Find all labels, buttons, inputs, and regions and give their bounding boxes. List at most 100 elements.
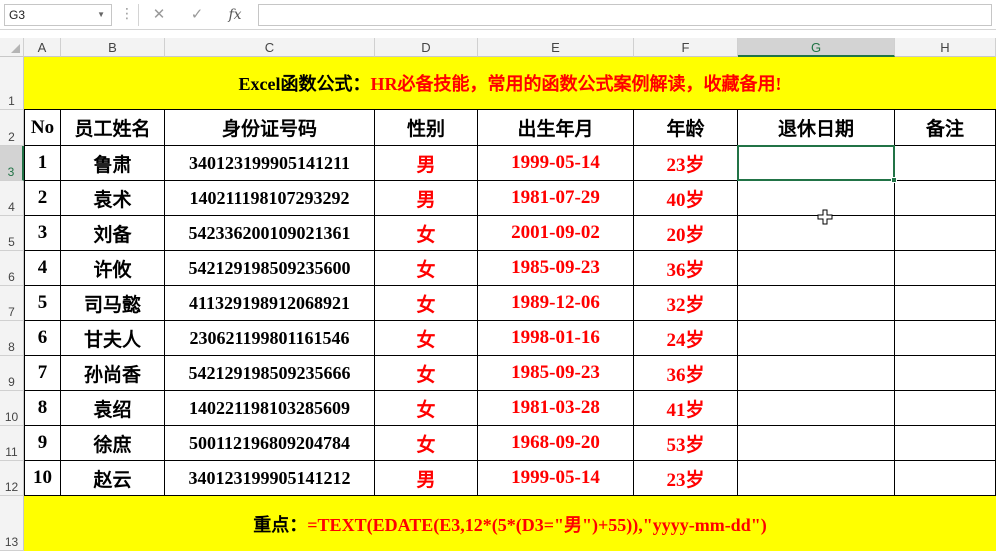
- cell-e6[interactable]: 1985-09-23: [478, 251, 634, 286]
- cell-g10[interactable]: [738, 391, 895, 426]
- cell-e4[interactable]: 1981-07-29: [478, 181, 634, 216]
- cell-b3[interactable]: 鲁肃: [61, 146, 165, 181]
- cell-d12[interactable]: 男: [375, 461, 478, 496]
- cell-f11[interactable]: 53岁: [634, 426, 738, 461]
- row-header-12[interactable]: 12: [0, 461, 24, 496]
- row-header-11[interactable]: 11: [0, 426, 24, 461]
- cell-g6[interactable]: [738, 251, 895, 286]
- name-box[interactable]: G3 ▼: [4, 4, 112, 26]
- cell-e12[interactable]: 1999-05-14: [478, 461, 634, 496]
- cell-a5[interactable]: 3: [24, 216, 61, 251]
- column-header-a[interactable]: A: [24, 38, 61, 57]
- title-banner[interactable]: Excel函数公式： HR必备技能，常用的函数公式案例解读，收藏备用!: [24, 57, 996, 110]
- cell-g8[interactable]: [738, 321, 895, 356]
- cell-c6[interactable]: 542129198509235600: [165, 251, 375, 286]
- cell-d8[interactable]: 女: [375, 321, 478, 356]
- header-cell-a[interactable]: No: [24, 110, 61, 146]
- cell-c12[interactable]: 340123199905141212: [165, 461, 375, 496]
- column-header-f[interactable]: F: [634, 38, 738, 57]
- cell-d7[interactable]: 女: [375, 286, 478, 321]
- cell-b8[interactable]: 甘夫人: [61, 321, 165, 356]
- cell-b7[interactable]: 司马懿: [61, 286, 165, 321]
- cell-g12[interactable]: [738, 461, 895, 496]
- cell-g3[interactable]: [738, 146, 895, 181]
- row-header-4[interactable]: 4: [0, 181, 24, 216]
- cell-g11[interactable]: [738, 426, 895, 461]
- cell-c8[interactable]: 230621199801161546: [165, 321, 375, 356]
- cell-f4[interactable]: 40岁: [634, 181, 738, 216]
- row-header-2[interactable]: 2: [0, 110, 24, 146]
- cell-h8[interactable]: [895, 321, 996, 356]
- header-cell-d[interactable]: 性别: [375, 110, 478, 146]
- column-header-c[interactable]: C: [165, 38, 375, 57]
- cell-e3[interactable]: 1999-05-14: [478, 146, 634, 181]
- cell-e9[interactable]: 1985-09-23: [478, 356, 634, 391]
- cell-h11[interactable]: [895, 426, 996, 461]
- cell-e7[interactable]: 1989-12-06: [478, 286, 634, 321]
- enter-icon[interactable]: ✓: [186, 4, 208, 26]
- cell-d10[interactable]: 女: [375, 391, 478, 426]
- cell-a8[interactable]: 6: [24, 321, 61, 356]
- column-header-b[interactable]: B: [61, 38, 165, 57]
- cell-c4[interactable]: 140211198107293292: [165, 181, 375, 216]
- column-header-d[interactable]: D: [375, 38, 478, 57]
- cell-c9[interactable]: 542129198509235666: [165, 356, 375, 391]
- cell-a11[interactable]: 9: [24, 426, 61, 461]
- cell-c11[interactable]: 500112196809204784: [165, 426, 375, 461]
- cell-e5[interactable]: 2001-09-02: [478, 216, 634, 251]
- cell-b4[interactable]: 袁术: [61, 181, 165, 216]
- cell-b5[interactable]: 刘备: [61, 216, 165, 251]
- row-header-9[interactable]: 9: [0, 356, 24, 391]
- cell-c7[interactable]: 411329198912068921: [165, 286, 375, 321]
- select-all-corner[interactable]: [0, 38, 24, 57]
- row-header-1[interactable]: 1: [0, 57, 24, 110]
- formula-input[interactable]: [258, 4, 992, 26]
- chevron-down-icon[interactable]: ▼: [97, 5, 105, 25]
- cell-d5[interactable]: 女: [375, 216, 478, 251]
- cell-g7[interactable]: [738, 286, 895, 321]
- cell-d6[interactable]: 女: [375, 251, 478, 286]
- cell-g9[interactable]: [738, 356, 895, 391]
- cell-f12[interactable]: 23岁: [634, 461, 738, 496]
- row-header-5[interactable]: 5: [0, 216, 24, 251]
- cell-c3[interactable]: 340123199905141211: [165, 146, 375, 181]
- footer-banner[interactable]: 重点： =TEXT(EDATE(E3,12*(5*(D3="男")+55)),"y…: [24, 496, 996, 551]
- cell-h12[interactable]: [895, 461, 996, 496]
- column-header-g[interactable]: G: [738, 38, 895, 57]
- cell-a7[interactable]: 5: [24, 286, 61, 321]
- cell-h4[interactable]: [895, 181, 996, 216]
- cell-a12[interactable]: 10: [24, 461, 61, 496]
- row-header-6[interactable]: 6: [0, 251, 24, 286]
- row-header-13[interactable]: 13: [0, 496, 24, 551]
- cell-e11[interactable]: 1968-09-20: [478, 426, 634, 461]
- cell-a6[interactable]: 4: [24, 251, 61, 286]
- cell-f8[interactable]: 24岁: [634, 321, 738, 356]
- cell-h10[interactable]: [895, 391, 996, 426]
- cell-a9[interactable]: 7: [24, 356, 61, 391]
- header-cell-f[interactable]: 年龄: [634, 110, 738, 146]
- column-header-e[interactable]: E: [478, 38, 634, 57]
- header-cell-c[interactable]: 身份证号码: [165, 110, 375, 146]
- insert-function-icon[interactable]: fx: [224, 4, 246, 26]
- more-options-icon[interactable]: ⋮: [120, 5, 134, 22]
- cell-b10[interactable]: 袁绍: [61, 391, 165, 426]
- cell-h7[interactable]: [895, 286, 996, 321]
- cell-a4[interactable]: 2: [24, 181, 61, 216]
- column-header-h[interactable]: H: [895, 38, 996, 57]
- cell-e8[interactable]: 1998-01-16: [478, 321, 634, 356]
- cell-h6[interactable]: [895, 251, 996, 286]
- cell-f9[interactable]: 36岁: [634, 356, 738, 391]
- cell-d3[interactable]: 男: [375, 146, 478, 181]
- cell-a3[interactable]: 1: [24, 146, 61, 181]
- cell-e10[interactable]: 1981-03-28: [478, 391, 634, 426]
- cell-b9[interactable]: 孙尚香: [61, 356, 165, 391]
- cell-f5[interactable]: 20岁: [634, 216, 738, 251]
- cell-d4[interactable]: 男: [375, 181, 478, 216]
- cell-b11[interactable]: 徐庶: [61, 426, 165, 461]
- row-header-8[interactable]: 8: [0, 321, 24, 356]
- cell-a10[interactable]: 8: [24, 391, 61, 426]
- row-header-7[interactable]: 7: [0, 286, 24, 321]
- cancel-icon[interactable]: ✕: [148, 4, 170, 26]
- row-header-10[interactable]: 10: [0, 391, 24, 426]
- cell-h3[interactable]: [895, 146, 996, 181]
